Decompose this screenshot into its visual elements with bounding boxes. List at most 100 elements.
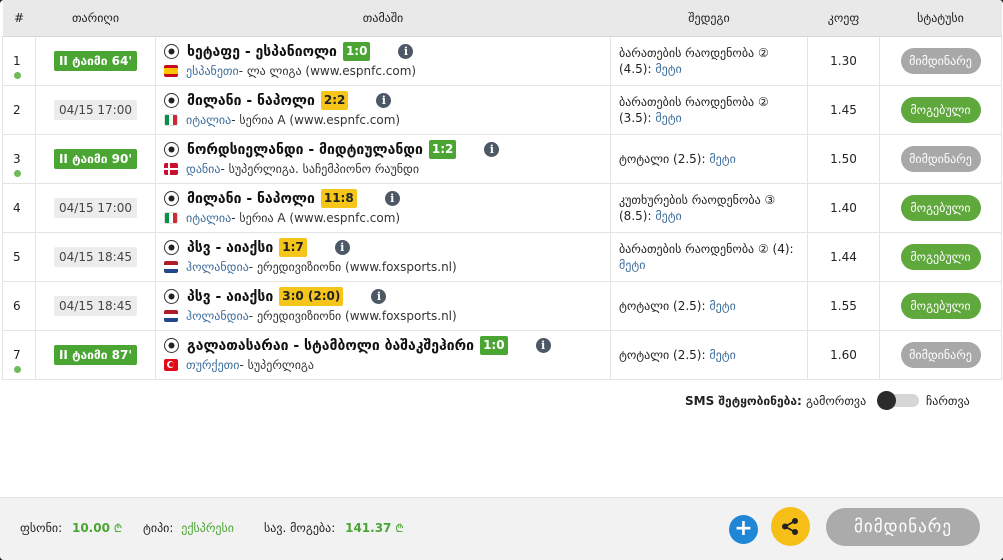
table-header-row: # თარიღი თამაში შედეგი კოეფ სტატუსი — [2, 0, 1002, 37]
table-row: 6 04/15 18:45 პსვ - აიაქსი 3:0 (2:0) i ჰოლანდ… — [2, 280, 1002, 331]
match-teams[interactable]: ხეტაფე - ესპანიოლი — [187, 44, 337, 60]
outcome-more: მეტი — [619, 257, 646, 272]
status-button[interactable]: მიმდინარე — [900, 341, 981, 368]
stake-info: ფსონი: 10.00 ₾ — [20, 521, 122, 536]
row-number-cell: 1 — [2, 35, 36, 86]
game-line: პსვ - აიაქსი 1:7 i — [164, 238, 610, 258]
odds-value: 1.50 — [830, 151, 857, 166]
soccer-ball-icon — [164, 142, 179, 157]
league-name: - სუპერლიგა. საჩემპიონო რაუნდი — [220, 161, 420, 176]
sms-off-label: გამორთვა — [806, 394, 867, 408]
status-button[interactable]: მოგებული — [900, 96, 981, 123]
row-date: II ტაიმი 64' — [53, 50, 138, 71]
status-button[interactable]: მიმდინარე — [900, 47, 981, 74]
country-flag-icon — [164, 162, 178, 175]
sms-toggle[interactable] — [877, 391, 919, 410]
row-number-cell: 4 — [2, 182, 36, 233]
info-icon[interactable]: i — [484, 142, 500, 157]
match-teams[interactable]: ნორდსიელანდი - მიდტიულანდი — [187, 142, 423, 158]
match-score: 1:0 — [342, 42, 371, 61]
info-icon[interactable]: i — [334, 240, 350, 255]
info-icon[interactable]: i — [535, 338, 551, 353]
match-teams[interactable]: პსვ - აიაქსი — [187, 289, 273, 305]
status-button[interactable]: მოგებული — [900, 194, 981, 221]
stake-label: ფსონი: — [20, 521, 63, 535]
country-name: თურქეთი — [186, 357, 240, 372]
match-score: 1:7 — [279, 238, 307, 257]
row-game-cell: პსვ - აიაქსი 3:0 (2:0) i ჰოლანდია - ერედივი… — [155, 280, 611, 331]
row-status-cell: მოგებული — [879, 84, 1002, 135]
row-game-cell: პსვ - აიაქსი 1:7 i ჰოლანდია - ერედივიზიონი … — [155, 231, 611, 282]
soccer-ball-icon — [164, 191, 179, 206]
outcome-text: ბარათების რაოდენობა ② (4): — [619, 241, 794, 256]
league-line: იტალია - სერია A (www.espnfc.com) — [164, 209, 610, 227]
match-score: 11:8 — [320, 189, 357, 208]
row-odds-cell: 1.55 — [807, 280, 880, 331]
row-outcome-cell: ტოტალი (2.5): მეტი — [610, 280, 808, 331]
row-date-cell: II ტაიმი 64' — [35, 35, 156, 86]
bets-table: # თარიღი თამაში შედეგი კოეფ სტატუსი 1 II … — [2, 0, 1002, 380]
league-name: - სუპერლიგა — [239, 357, 314, 372]
country-name: ესპანეთი — [186, 63, 239, 78]
match-teams[interactable]: მილანი - ნაპოლი — [187, 93, 315, 109]
row-odds-cell: 1.60 — [807, 329, 880, 380]
table-row: 2 04/15 17:00 მილანი - ნაპოლი 2:2 i იტალია - … — [2, 84, 1002, 135]
outcome-text: ტოტალი (2.5): — [619, 151, 706, 166]
row-date-cell: II ტაიმი 90' — [35, 133, 156, 184]
row-number-cell: 6 — [2, 280, 36, 331]
row-number: 7 — [13, 347, 21, 362]
row-date: 04/15 18:45 — [54, 246, 137, 267]
country-flag-icon — [164, 211, 178, 224]
potential-win-label: სავ. მოგება: — [264, 521, 336, 535]
row-odds-cell: 1.45 — [807, 84, 880, 135]
info-icon[interactable]: i — [371, 289, 387, 304]
status-button[interactable]: მოგებული — [900, 292, 981, 319]
match-teams[interactable]: გალათასარაი - სტამბოლი ბაშაკშეჰირი — [187, 338, 474, 354]
stake-currency: ₾ — [113, 522, 123, 535]
outcome-text: კუთხურების რაოდენობა ③ (8.5): — [619, 192, 776, 223]
info-icon[interactable]: i — [376, 93, 392, 108]
info-icon[interactable]: i — [384, 191, 400, 206]
row-date-cell: 04/15 17:00 — [35, 182, 156, 233]
live-indicator-icon — [14, 169, 21, 177]
share-button[interactable] — [771, 507, 810, 546]
status-main-button[interactable]: მიმდინარე — [826, 508, 980, 546]
odds-value: 1.55 — [830, 298, 857, 313]
sms-label: SMS შეტყობინება: — [685, 394, 802, 408]
potential-win-currency: ₾ — [395, 522, 404, 535]
league-name: - სერია A (www.espnfc.com) — [231, 210, 401, 225]
league-name: - ლა ლიგა (www.espnfc.com) — [238, 63, 417, 78]
outcome-more: მეტი — [655, 61, 682, 76]
row-game-cell: მილანი - ნაპოლი 11:8 i იტალია - სერია A (ww… — [155, 182, 611, 233]
info-icon[interactable]: i — [398, 44, 414, 59]
league-line: ესპანეთი - ლა ლიგა (www.espnfc.com) — [164, 62, 610, 80]
match-teams[interactable]: პსვ - აიაქსი — [187, 240, 273, 256]
row-status-cell: მიმდინარე — [879, 35, 1002, 86]
league-line: ჰოლანდია - ერედივიზიონი (www.foxsports.n… — [164, 258, 610, 276]
outcome-more: მეტი — [709, 151, 736, 166]
match-teams[interactable]: მილანი - ნაპოლი — [187, 191, 315, 207]
row-game-cell: ხეტაფე - ესპანიოლი 1:0 i ესპანეთი - ლა ლიგა… — [155, 35, 611, 86]
row-date: 04/15 17:00 — [54, 99, 137, 120]
odds-value: 1.45 — [830, 102, 857, 117]
plus-icon[interactable]: + — [729, 515, 758, 544]
status-button[interactable]: მოგებული — [900, 243, 981, 270]
row-status-cell: მიმდინარე — [879, 133, 1002, 184]
stake-value: 10.00 — [71, 521, 110, 535]
bet-footer: ფსონი: 10.00 ₾ ტიპი: ექსპრესი სავ. მოგებ… — [0, 497, 1003, 560]
country-flag-icon — [164, 309, 178, 322]
status-button[interactable]: მიმდინარე — [900, 145, 981, 172]
outcome-more: მეტი — [709, 298, 736, 313]
outcome-more: მეტი — [655, 208, 682, 223]
potential-win-info: სავ. მოგება: 141.37 ₾ — [264, 521, 404, 536]
row-number: 5 — [13, 249, 21, 264]
game-line: ნორდსიელანდი - მიდტიულანდი 1:2 i — [164, 140, 610, 160]
row-outcome-cell: ტოტალი (2.5): მეტი — [610, 329, 808, 380]
country-flag-icon — [164, 260, 178, 273]
row-status-cell: მიმდინარე — [879, 329, 1002, 380]
row-game-cell: ნორდსიელანდი - მიდტიულანდი 1:2 i დანია - სუ… — [155, 133, 611, 184]
row-odds-cell: 1.40 — [807, 182, 880, 233]
row-game-cell: მილანი - ნაპოლი 2:2 i იტალია - სერია A (www… — [155, 84, 611, 135]
game-line: პსვ - აიაქსი 3:0 (2:0) i — [164, 287, 610, 307]
league-line: თურქეთი - სუპერლიგა — [164, 356, 610, 374]
